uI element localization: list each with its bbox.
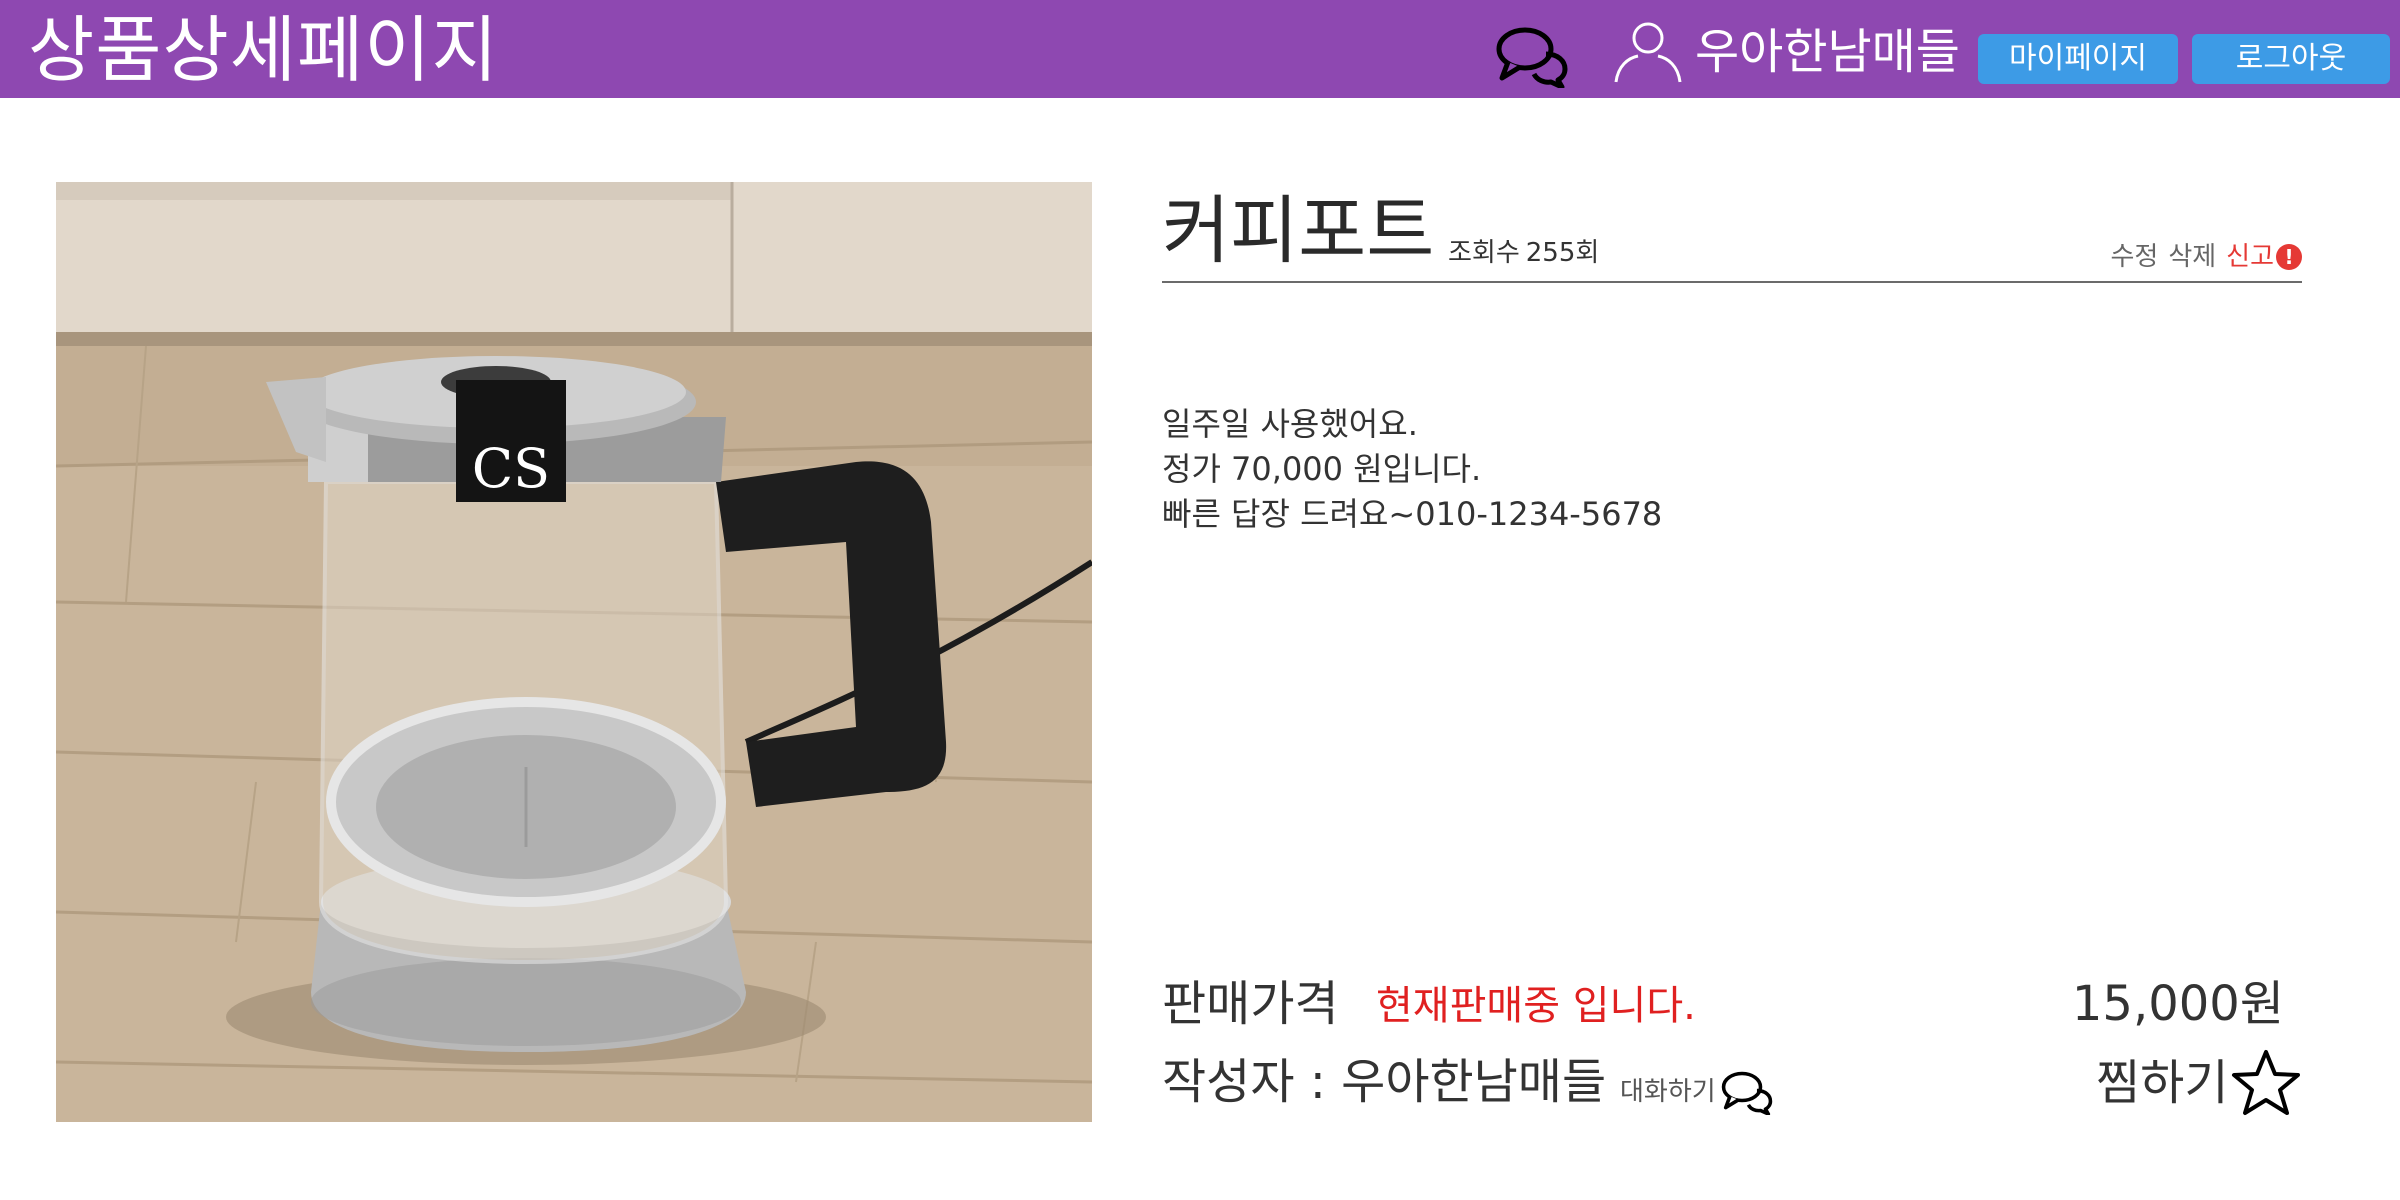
wishlist-label: 찜하기 <box>2096 1055 2229 1111</box>
price-label: 판매가격 <box>1162 976 1339 1032</box>
user-icon <box>1614 22 1682 83</box>
description-line: 정가 70,000 원입니다. <box>1162 450 1482 488</box>
wishlist-button[interactable]: 찜하기 <box>2096 1048 2302 1118</box>
product-title: 커피포트 <box>1162 188 1435 274</box>
star-icon <box>2232 1050 2301 1115</box>
kettle-photo: CS <box>56 182 1092 1122</box>
view-count-value: 255회 <box>1525 238 1600 268</box>
report-alert-icon[interactable]: ! <box>2276 244 2302 270</box>
mypage-button[interactable]: 마이페이지 <box>1978 34 2178 84</box>
logout-button[interactable]: 로그아웃 <box>2192 34 2390 84</box>
top-header: 상품상세페이지 우아한남매들 마이페이지 로그아웃 <box>0 0 2400 98</box>
author-info: 작성자 : 우아한남매들 <box>1162 1054 1607 1110</box>
description-line: 빠른 답장 드려요~010-1234-5678 <box>1162 495 1663 533</box>
delete-link[interactable]: 삭제 <box>2168 240 2216 274</box>
sale-status: 현재판매중 입니다. <box>1376 983 1696 1029</box>
price-value: 15,000원 <box>2071 976 2284 1032</box>
title-divider <box>1162 281 2302 283</box>
chat-button[interactable]: 대화하기 <box>1620 1068 1774 1116</box>
chat-icon <box>1721 1071 1772 1115</box>
report-link[interactable]: 신고 <box>2226 240 2274 274</box>
brand-logo: CS <box>472 437 550 500</box>
post-actions: 수정 삭제 신고 ! <box>2100 240 2302 274</box>
view-count: 조회수 255회 <box>1448 236 1599 270</box>
chat-label: 대화하기 <box>1620 1077 1716 1107</box>
page-title: 상품상세페이지 <box>28 8 499 92</box>
product-image: CS <box>56 182 1092 1122</box>
product-description: 일주일 사용했어요. 정가 70,000 원입니다. 빠른 답장 드려요~010… <box>1162 402 1662 537</box>
description-line: 일주일 사용했어요. <box>1162 405 1418 443</box>
edit-link[interactable]: 수정 <box>2110 240 2158 274</box>
username: 우아한남매들 <box>1695 24 1960 80</box>
chat-icon[interactable] <box>1494 24 1570 88</box>
view-count-label: 조회수 <box>1448 238 1520 268</box>
